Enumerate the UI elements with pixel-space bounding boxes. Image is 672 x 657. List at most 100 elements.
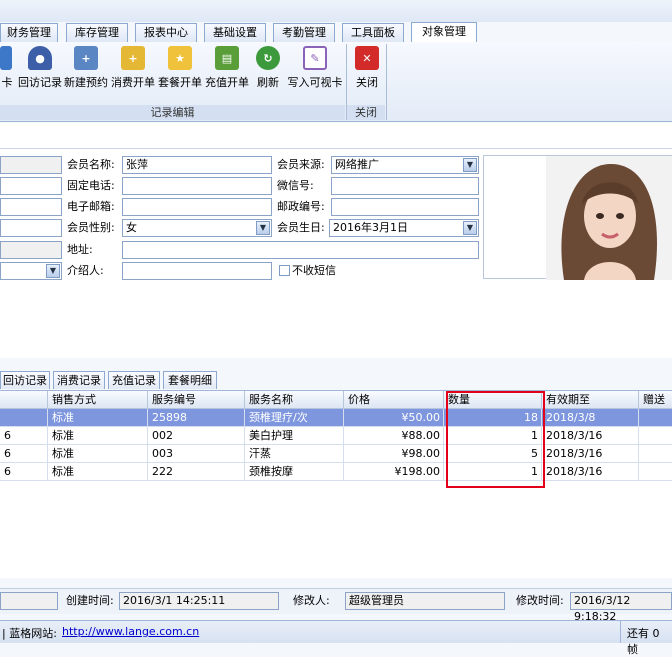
cell-service-name: 颈椎按摩	[245, 463, 344, 481]
cell-id: 6	[0, 463, 48, 481]
column-header-gift[interactable]: 赠送	[639, 391, 672, 409]
phone-field[interactable]	[122, 177, 272, 195]
column-header-price[interactable]: 价格	[344, 391, 444, 409]
cell-price: ¥88.00	[344, 427, 444, 445]
column-header-expiry[interactable]: 有效期至	[542, 391, 639, 409]
consume-order-button[interactable]: + 消费开单	[110, 44, 156, 96]
gender-value: 女	[126, 221, 137, 234]
modifier-label: 修改人:	[293, 594, 330, 607]
package-icon: ★	[168, 46, 192, 70]
window-top-strip	[0, 0, 672, 22]
no-sms-checkbox[interactable]	[279, 265, 290, 276]
left-field-4[interactable]	[0, 219, 62, 237]
cell-price: ¥98.00	[344, 445, 444, 463]
left-field-5[interactable]	[0, 241, 62, 259]
column-header-id[interactable]	[0, 391, 48, 409]
cell-expiry: 2018/3/16	[542, 427, 639, 445]
toolbar-spacer	[0, 123, 672, 148]
email-label: 电子邮箱:	[67, 200, 115, 213]
tab-visit-records[interactable]: 回访记录	[0, 371, 50, 389]
postcode-field[interactable]	[331, 198, 479, 216]
column-header-service-name[interactable]: 服务名称	[245, 391, 344, 409]
tab-inventory[interactable]: 库存管理	[66, 23, 128, 42]
cell-price: ¥198.00	[344, 463, 444, 481]
birthday-value: 2016年3月1日	[333, 221, 408, 234]
cell-gift	[639, 463, 672, 481]
column-header-service-code[interactable]: 服务编号	[148, 391, 245, 409]
referrer-label: 介绍人:	[67, 264, 104, 277]
left-dropdown[interactable]: ▼	[0, 262, 62, 280]
write-visible-card-button[interactable]: ✎ 写入可视卡	[286, 44, 344, 96]
chevron-down-icon: ▼	[256, 221, 270, 235]
cell-id: 6	[0, 427, 48, 445]
cell-gift	[639, 409, 672, 427]
column-header-sale-method[interactable]: 销售方式	[48, 391, 148, 409]
visit-record-button[interactable]: ● 回访记录	[17, 44, 63, 96]
status-bar: | 蓝格网站: http://www.lange.com.cn 还有 0 帧	[0, 620, 672, 656]
source-label: 会员来源:	[277, 158, 325, 171]
member-portrait-image	[546, 156, 672, 280]
wechat-field[interactable]	[331, 177, 479, 195]
cell-id: 6	[0, 445, 48, 463]
website-label: | 蓝格网站:	[2, 627, 57, 640]
tab-tools[interactable]: 工具面板	[342, 23, 404, 42]
new-appointment-button[interactable]: + 新建预约	[63, 44, 109, 96]
chevron-down-icon: ▼	[463, 158, 477, 172]
package-order-button[interactable]: ★ 套餐开单	[157, 44, 203, 96]
appointment-icon: +	[74, 46, 98, 70]
refresh-button[interactable]: ↻ 刷新	[252, 44, 284, 96]
cell-expiry: 2018/3/16	[542, 463, 639, 481]
cell-expiry: 2018/3/8	[542, 409, 639, 427]
tab-recharge-records[interactable]: 充值记录	[108, 371, 160, 389]
left-field-3[interactable]	[0, 198, 62, 216]
website-link[interactable]: http://www.lange.com.cn	[62, 625, 199, 638]
cell-service-code: 002	[148, 427, 245, 445]
gender-select[interactable]: 女 ▼	[122, 219, 272, 237]
member-name-field[interactable]: 张萍	[122, 156, 272, 174]
birthday-picker[interactable]: 2016年3月1日 ▼	[329, 219, 479, 237]
cell-sale-method: 标准	[48, 445, 148, 463]
no-sms-label: 不收短信	[292, 264, 336, 277]
tab-attendance[interactable]: 考勤管理	[273, 23, 335, 42]
status-divider	[620, 621, 621, 643]
member-photo	[483, 155, 672, 280]
cell-service-code: 25898	[148, 409, 245, 427]
recharge-icon: ▤	[215, 46, 239, 70]
refresh-icon: ↻	[256, 46, 280, 70]
record-info-bar: 创建时间: 2016/3/1 14:25:11 修改人: 超级管理员 修改时间:…	[0, 588, 672, 623]
ribbon-group-separator-2	[386, 44, 387, 120]
source-select[interactable]: 网络推广 ▼	[331, 156, 479, 174]
cell-gift	[639, 427, 672, 445]
section-separator	[0, 358, 672, 371]
referrer-field[interactable]	[122, 262, 272, 280]
created-time-label: 创建时间:	[66, 594, 114, 607]
recharge-order-button[interactable]: ▤ 充值开单	[204, 44, 250, 96]
tab-basic-settings[interactable]: 基础设置	[204, 23, 266, 42]
gender-label: 会员性别:	[67, 221, 115, 234]
tab-package-details[interactable]: 套餐明细	[163, 371, 217, 389]
phone-label: 固定电话:	[67, 179, 115, 192]
package-details-grid: 销售方式 服务编号 服务名称 价格 数量 有效期至 赠送 标准 25898 颈椎…	[0, 390, 672, 578]
tab-object-management[interactable]: 对象管理	[411, 22, 477, 43]
tab-finance[interactable]: 财务管理	[0, 23, 58, 42]
ribbon-group-edit-label: 记录编辑	[0, 105, 345, 120]
modifier-field: 超级管理员	[345, 592, 505, 610]
source-value: 网络推广	[335, 158, 379, 171]
tab-consume-records[interactable]: 消费记录	[53, 371, 105, 389]
card-button[interactable]: 卡	[0, 44, 14, 96]
modified-time-label: 修改时间:	[516, 594, 564, 607]
member-id-field[interactable]	[0, 156, 62, 174]
close-button[interactable]: ✕ 关闭	[350, 44, 384, 96]
left-info-field	[0, 592, 58, 610]
email-field[interactable]	[122, 198, 272, 216]
address-field[interactable]	[122, 241, 479, 259]
quantity-highlight-box	[446, 391, 545, 488]
cell-service-code: 003	[148, 445, 245, 463]
tab-reports[interactable]: 报表中心	[135, 23, 197, 42]
left-field-2[interactable]	[0, 177, 62, 195]
cell-service-name: 颈椎理疗/次	[245, 409, 344, 427]
cell-price: ¥50.00	[344, 409, 444, 427]
modified-time-field: 2016/3/12 9:18:32	[570, 592, 672, 623]
postcode-label: 邮政编号:	[277, 200, 325, 213]
cell-sale-method: 标准	[48, 427, 148, 445]
